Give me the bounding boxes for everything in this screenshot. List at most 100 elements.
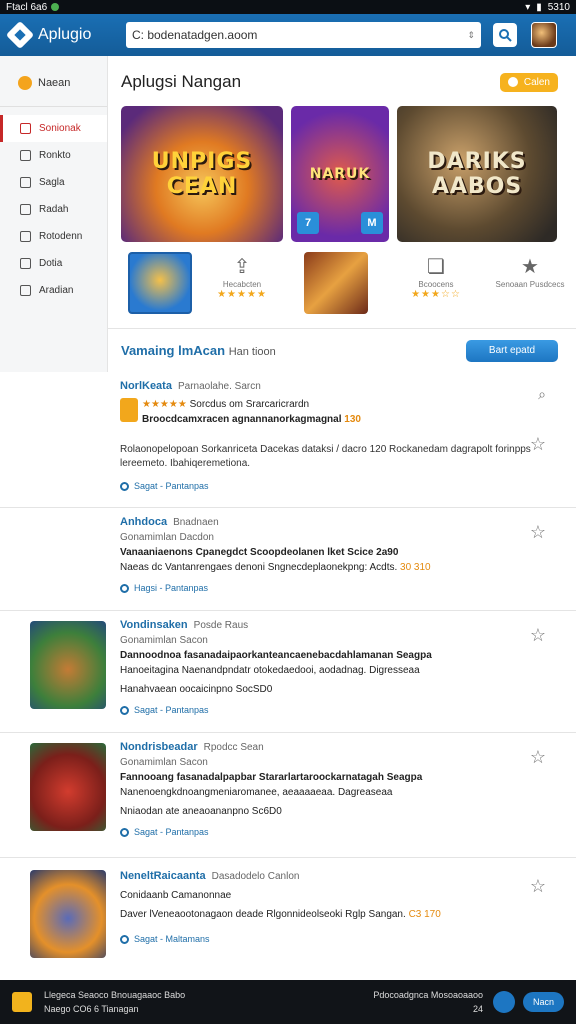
avatar[interactable] (531, 22, 557, 48)
action-label: Hecabcten (222, 280, 262, 289)
sidebar-item-label: Rotodenn (39, 231, 83, 242)
item-tags: Hagsi - Pantanpas (134, 583, 209, 593)
star-outline-icon[interactable]: ☆ (530, 747, 546, 768)
check-icon (120, 827, 129, 837)
item-line: Dannoodnoa fasanadaipaorkanteancaenebacd… (120, 650, 432, 661)
item-number: 30 310 (400, 562, 431, 573)
link-icon[interactable]: ⌕ (538, 386, 546, 403)
list-item[interactable]: Anhdoca Bnadnaen Gonamimlan Dacdon Vanaan… (0, 507, 576, 610)
get-button[interactable]: Calen (499, 72, 558, 92)
star-outline-icon[interactable]: ☆ (530, 522, 546, 543)
item-tags: Sagat - Pantanpas (134, 481, 209, 491)
item-number: 130 (344, 414, 361, 425)
app-thumbnail[interactable] (30, 870, 106, 958)
section-button[interactable]: Bart epatd (466, 339, 558, 362)
main-content: Aplugsi Nangan Calen UNPIGS CEAN NARUK 7… (108, 56, 576, 362)
star-outline-icon[interactable]: ☆ (530, 434, 546, 455)
plus-icon (507, 77, 518, 87)
sidebar-item-ronkto[interactable]: Ronkto (0, 142, 107, 169)
notification-icon (51, 3, 60, 11)
rating-stars: ★★★★★ (217, 289, 267, 300)
sidebar-item-sagla[interactable]: Sagla (0, 169, 107, 196)
search-icon (499, 29, 512, 42)
next-button[interactable]: Nacn (522, 992, 564, 1012)
sidebar-item-label: Sonionak (39, 123, 81, 134)
get-button-label: Calen (523, 76, 550, 88)
star-icon: ★ (521, 256, 539, 278)
back-button[interactable] (492, 991, 515, 1013)
item-description: Rolaonopelopoan Sorkanriceta Dacekas dat… (120, 444, 531, 469)
banner-card[interactable]: UNPIGS CEAN (121, 106, 283, 242)
flag-icon (20, 123, 31, 134)
sidebar-item-aradian[interactable]: Aradian (0, 277, 107, 304)
app-icon-row: ⇪ Hecabcten ★★★★★ ❏ Bcoocens ★★★☆☆ ★ Sen… (128, 252, 568, 316)
share-action[interactable]: ⇪ Hecabcten ★★★★★ (202, 254, 282, 300)
sidebar-item-label: Aradian (39, 285, 74, 296)
star-outline-icon[interactable]: ☆ (530, 625, 546, 646)
star-outline-icon[interactable]: ☆ (530, 876, 546, 897)
section-title: Vamaing lmAcan Han tioon (121, 343, 276, 358)
action-label: Bcoocens (418, 280, 454, 289)
share-icon: ⇪ (233, 256, 251, 278)
badge: 7 (297, 212, 319, 234)
chat-icon: ❏ (427, 256, 445, 278)
favorite-action[interactable]: ★ Senoaan Pusdcecs (490, 254, 570, 289)
app-tile[interactable] (304, 252, 368, 314)
banner-card[interactable]: NARUK 7 M (291, 106, 389, 242)
square-icon (20, 177, 31, 188)
logo[interactable]: Aplugio (5, 20, 120, 50)
item-line: Nanenoengkdnoangmeniaromanee, aeaaaaeaa.… (120, 787, 393, 798)
list-item[interactable]: Nondrisbeadar Rpodcc Sean Gonamimlan Saco… (0, 732, 576, 857)
check-icon (120, 934, 129, 944)
sidebar-item-rotodenn[interactable]: Rotodenn (0, 223, 107, 250)
banner-title: NARUK (309, 166, 371, 182)
grid-icon (20, 204, 31, 215)
search-input[interactable]: C: bodenatadgen.aoom ⇕ (126, 22, 481, 48)
list-item[interactable]: NorlKeata Parnaolahe. Sarcn ★★★★★ Sorcdus… (0, 372, 576, 507)
item-line: Daver lVeneaootonagaon deade Rlgonnideol… (120, 909, 406, 920)
chevron-updown-icon: ⇕ (467, 29, 475, 40)
logo-icon (5, 20, 35, 50)
app-thumbnail[interactable] (30, 743, 106, 831)
item-subtitle: Gonamimlan Dacdon (120, 532, 214, 543)
sidebar-item-label: Ronkto (39, 150, 71, 161)
list-icon (20, 150, 31, 161)
document-icon (20, 258, 31, 269)
item-name: Vondinsaken (120, 619, 188, 631)
item-subtitle: Gonamimlan Sacon (120, 635, 208, 646)
bottom-text: Pdocoadgnca Mosoaoaaoo (373, 990, 483, 1000)
app-bar: Aplugio C: bodenatadgen.aoom ⇕ (0, 14, 576, 56)
close-box-icon (20, 285, 31, 296)
sidebar-home[interactable]: Naean (0, 56, 107, 90)
sidebar-item-dotia[interactable]: Dotia (0, 250, 107, 277)
list-item[interactable]: NeneltRaicaanta Dasadodelo Canlon Conidaa… (0, 857, 576, 980)
item-number: C3 170 (408, 909, 441, 920)
item-developer: Bnadnaen (173, 517, 219, 528)
bottom-text: Naego CO6 6 Tianagan (44, 1004, 139, 1014)
lightning-icon (12, 992, 32, 1012)
sidebar-item-radah[interactable]: Radah (0, 196, 107, 223)
search-value: C: bodenatadgen.aoom (132, 28, 258, 42)
item-subtitle: Gonamimlan Sacon (120, 757, 208, 768)
banner-card[interactable]: DARIKS AABOS (397, 106, 557, 242)
item-name: Nondrisbeadar (120, 741, 198, 753)
wifi-icon: ▾ (525, 1, 531, 13)
sidebar-item-label: Sagla (39, 177, 65, 188)
item-line: Hanoeitagina Naenandpndatr otokedaedooi,… (120, 665, 420, 676)
item-developer: Rpodcc Sean (203, 742, 264, 753)
list-item[interactable]: Vondinsaken Posde Raus Gonamimlan Sacon D… (0, 610, 576, 732)
featured-banners: UNPIGS CEAN NARUK 7 M DARIKS AABOS (121, 106, 561, 242)
check-icon (120, 481, 129, 491)
check-icon (120, 583, 129, 593)
sidebar-item-sonionak[interactable]: Sonionak (0, 115, 107, 142)
action-label: Senoaan Pusdcecs (495, 280, 565, 289)
chat-action[interactable]: ❏ Bcoocens ★★★☆☆ (396, 254, 476, 300)
app-tile[interactable] (128, 252, 192, 314)
status-battery: 5310 (547, 1, 570, 13)
item-line: Fannooang fasanadalpapbar Stararlartaroo… (120, 772, 423, 783)
section-header: Vamaing lmAcan Han tioon Bart epatd (108, 328, 576, 372)
app-thumbnail[interactable] (30, 621, 106, 709)
item-tags: Sagat - Pantanpas (134, 705, 209, 715)
search-button[interactable] (493, 23, 517, 47)
item-name: NeneltRaicaanta (120, 870, 206, 882)
